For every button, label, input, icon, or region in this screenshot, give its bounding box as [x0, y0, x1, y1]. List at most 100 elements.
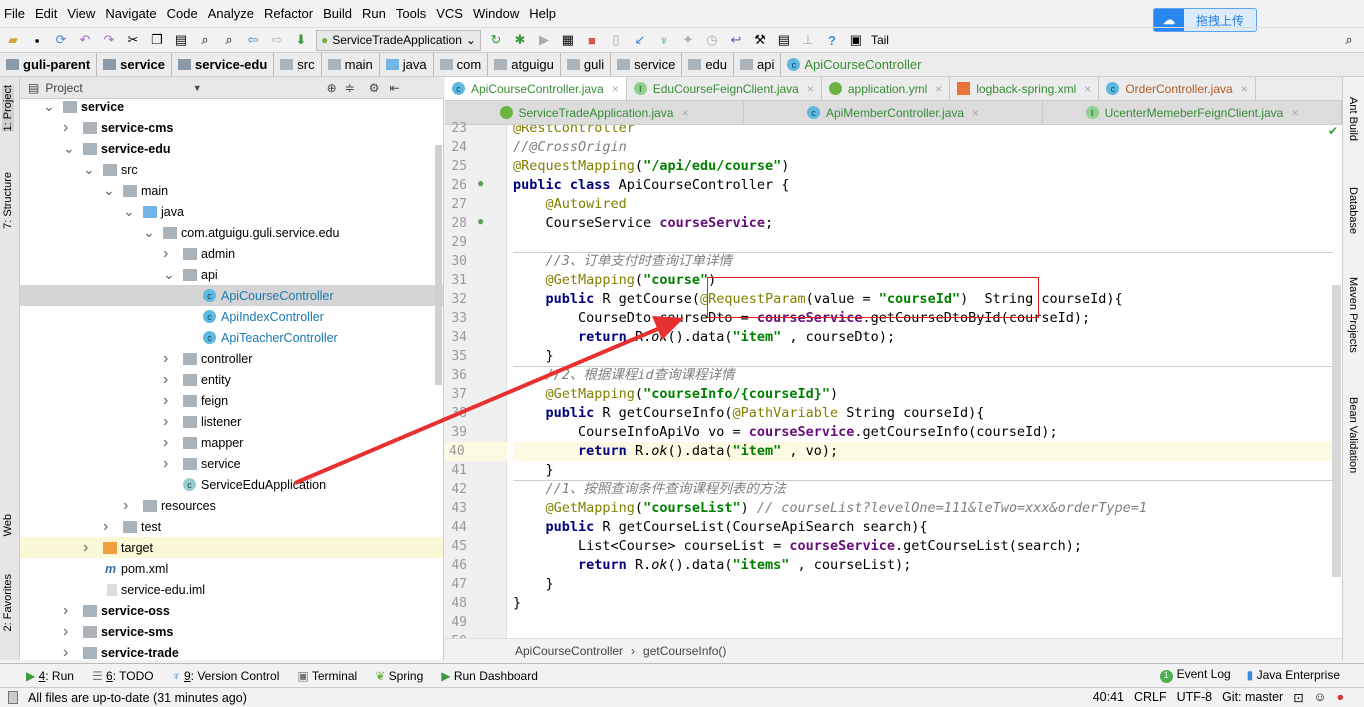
breadcrumb-item[interactable]: service	[617, 53, 683, 76]
breadcrumb-item[interactable]: atguigu	[494, 53, 561, 76]
editor-tab[interactable]: logback-spring.xml ×	[950, 77, 1100, 100]
chevron-down-icon[interactable]: ⌄	[63, 140, 75, 157]
paste-icon[interactable]: ▤	[172, 31, 190, 49]
tree-item[interactable]: › service-cms	[20, 117, 443, 138]
collapse-icon[interactable]: ≑	[345, 81, 355, 95]
close-icon[interactable]: ×	[972, 106, 979, 120]
breadcrumb-item[interactable]: edu	[688, 53, 735, 76]
menu-help[interactable]: Help	[529, 6, 556, 21]
chevron-right-icon[interactable]: ›	[163, 350, 168, 368]
tree-item[interactable]: ⌄ api	[20, 264, 443, 285]
breadcrumb-item[interactable]: java	[385, 53, 434, 76]
save-icon[interactable]: ▪	[28, 31, 46, 49]
menu-code[interactable]: Code	[167, 6, 198, 21]
git-branch-select[interactable]: Git: master	[1222, 690, 1283, 705]
bean-gutter-icon[interactable]: ●	[477, 176, 484, 190]
tree-item[interactable]: ⌄ src	[20, 159, 443, 180]
tree-scrollbar[interactable]	[435, 145, 442, 385]
menu-edit[interactable]: Edit	[35, 6, 57, 21]
vcs-update-icon[interactable]: ↙	[631, 31, 649, 49]
revert-icon[interactable]: ↩	[727, 31, 745, 49]
chevron-down-icon[interactable]: ⌄	[123, 203, 135, 220]
status-toggle-icon[interactable]	[8, 691, 18, 704]
tree-item[interactable]: c ApiIndexController	[20, 306, 443, 327]
tab-favorites[interactable]: 2: Favorites	[2, 574, 14, 631]
tree-item[interactable]: ⌄ main	[20, 180, 443, 201]
tree-item[interactable]: ⌄ java	[20, 201, 443, 222]
close-icon[interactable]: ×	[612, 82, 619, 96]
event-log-button[interactable]: 1 Event Log	[1159, 667, 1231, 683]
bean-gutter-icon[interactable]: ●	[477, 214, 484, 228]
editor-scrollbar[interactable]	[1332, 285, 1341, 577]
tree-item[interactable]: ⌄ com.atguigu.guli.service.edu	[20, 222, 443, 243]
breadcrumb-item[interactable]: src	[280, 53, 322, 76]
open-icon[interactable]: ▰	[4, 31, 22, 49]
menu-build[interactable]: Build	[323, 6, 352, 21]
tool-window-run[interactable]: ▶ 4: Run	[26, 669, 74, 683]
tree-item[interactable]: › mapper	[20, 432, 443, 453]
help-icon[interactable]: ?	[823, 31, 841, 49]
tree-item[interactable]: › resources	[20, 495, 443, 516]
inspector-icon[interactable]: ☺	[1314, 690, 1327, 705]
tree-item[interactable]: › entity	[20, 369, 443, 390]
tree-item[interactable]: › feign	[20, 390, 443, 411]
editor-tab[interactable]: I UcenterMemeberFeignClient.java ×	[1043, 101, 1342, 124]
chevron-right-icon[interactable]: ›	[123, 497, 128, 515]
error-icon[interactable]: ●	[1336, 690, 1344, 705]
chevron-down-icon[interactable]: ⌄	[143, 224, 155, 241]
chevron-right-icon[interactable]: ›	[163, 455, 168, 473]
chevron-right-icon[interactable]: ›	[163, 371, 168, 389]
editor-tab[interactable]: application.yml ×	[822, 77, 951, 100]
tab-web[interactable]: Web	[2, 514, 14, 536]
chevron-right-icon[interactable]: ›	[83, 539, 88, 557]
close-icon[interactable]: ×	[681, 106, 688, 120]
close-icon[interactable]: ×	[1291, 106, 1298, 120]
menu-refactor[interactable]: Refactor	[264, 6, 313, 21]
tree-item[interactable]: › listener	[20, 411, 443, 432]
editor-tab[interactable]: c OrderController.java ×	[1099, 77, 1256, 100]
redo-icon[interactable]: ↷	[100, 31, 118, 49]
line-separator-select[interactable]: CRLF	[1134, 690, 1167, 705]
tool-window-spring[interactable]: ❦ Spring	[375, 669, 423, 683]
find-icon[interactable]: ⌕	[196, 31, 214, 49]
chevron-right-icon[interactable]: ›	[163, 413, 168, 431]
breadcrumb-item[interactable]: main	[327, 53, 380, 76]
tree-item[interactable]: ⌄ service	[20, 99, 443, 117]
breadcrumb-item[interactable]: guli-parent	[6, 53, 98, 76]
coverage-icon[interactable]: ▦	[559, 31, 577, 49]
chevron-right-icon[interactable]: ›	[103, 518, 108, 536]
structure-icon[interactable]: ▤	[775, 31, 793, 49]
editor-tab[interactable]: ServiceTradeApplication.java ×	[445, 101, 744, 124]
menu-navigate[interactable]: Navigate	[105, 6, 156, 21]
tool-window-run-dashboard[interactable]: ▶ Run Dashboard	[441, 669, 538, 683]
db-icon[interactable]: ▣	[847, 31, 865, 49]
copy-icon[interactable]: ❐	[148, 31, 166, 49]
tool-window-terminal[interactable]: ▣ Terminal	[297, 669, 357, 683]
build-icon[interactable]: ⬇	[292, 31, 310, 49]
search-everywhere-icon[interactable]: ⌕	[1340, 31, 1358, 49]
editor-tab[interactable]: c ApiCourseController.java ×	[445, 77, 627, 100]
caret-position[interactable]: 40:41	[1093, 690, 1124, 705]
menu-file[interactable]: File	[4, 6, 25, 21]
chevron-down-icon[interactable]: ⌄	[83, 161, 95, 178]
project-view-select[interactable]: Project	[45, 81, 82, 95]
chevron-right-icon[interactable]: ›	[63, 119, 68, 137]
chevron-down-icon[interactable]: ⌄	[103, 182, 115, 199]
tree-item[interactable]: › admin	[20, 243, 443, 264]
editor-tab[interactable]: c ApiMemberController.java ×	[744, 101, 1043, 124]
vcs-history-icon[interactable]: ◷	[703, 31, 721, 49]
run-config-select[interactable]: ● ServiceTradeApplication ⌄	[316, 29, 481, 51]
tree-item[interactable]: ⌄ service-edu	[20, 138, 443, 159]
hide-icon[interactable]: ⇤	[390, 81, 400, 95]
chevron-down-icon[interactable]: ▼	[193, 83, 202, 93]
lock-icon[interactable]: ⊡	[1293, 690, 1303, 705]
breadcrumb-item[interactable]: api	[740, 53, 782, 76]
close-icon[interactable]: ×	[1241, 82, 1248, 96]
rerun-icon[interactable]: ↻	[487, 31, 505, 49]
forward-icon[interactable]: ⇨	[268, 31, 286, 49]
chevron-right-icon[interactable]: ›	[63, 602, 68, 620]
tree-item[interactable]: c ApiCourseController	[20, 285, 443, 306]
close-icon[interactable]: ×	[1084, 82, 1091, 96]
tree-item[interactable]: › service-trade	[20, 642, 443, 661]
attach-icon[interactable]: ▯	[607, 31, 625, 49]
